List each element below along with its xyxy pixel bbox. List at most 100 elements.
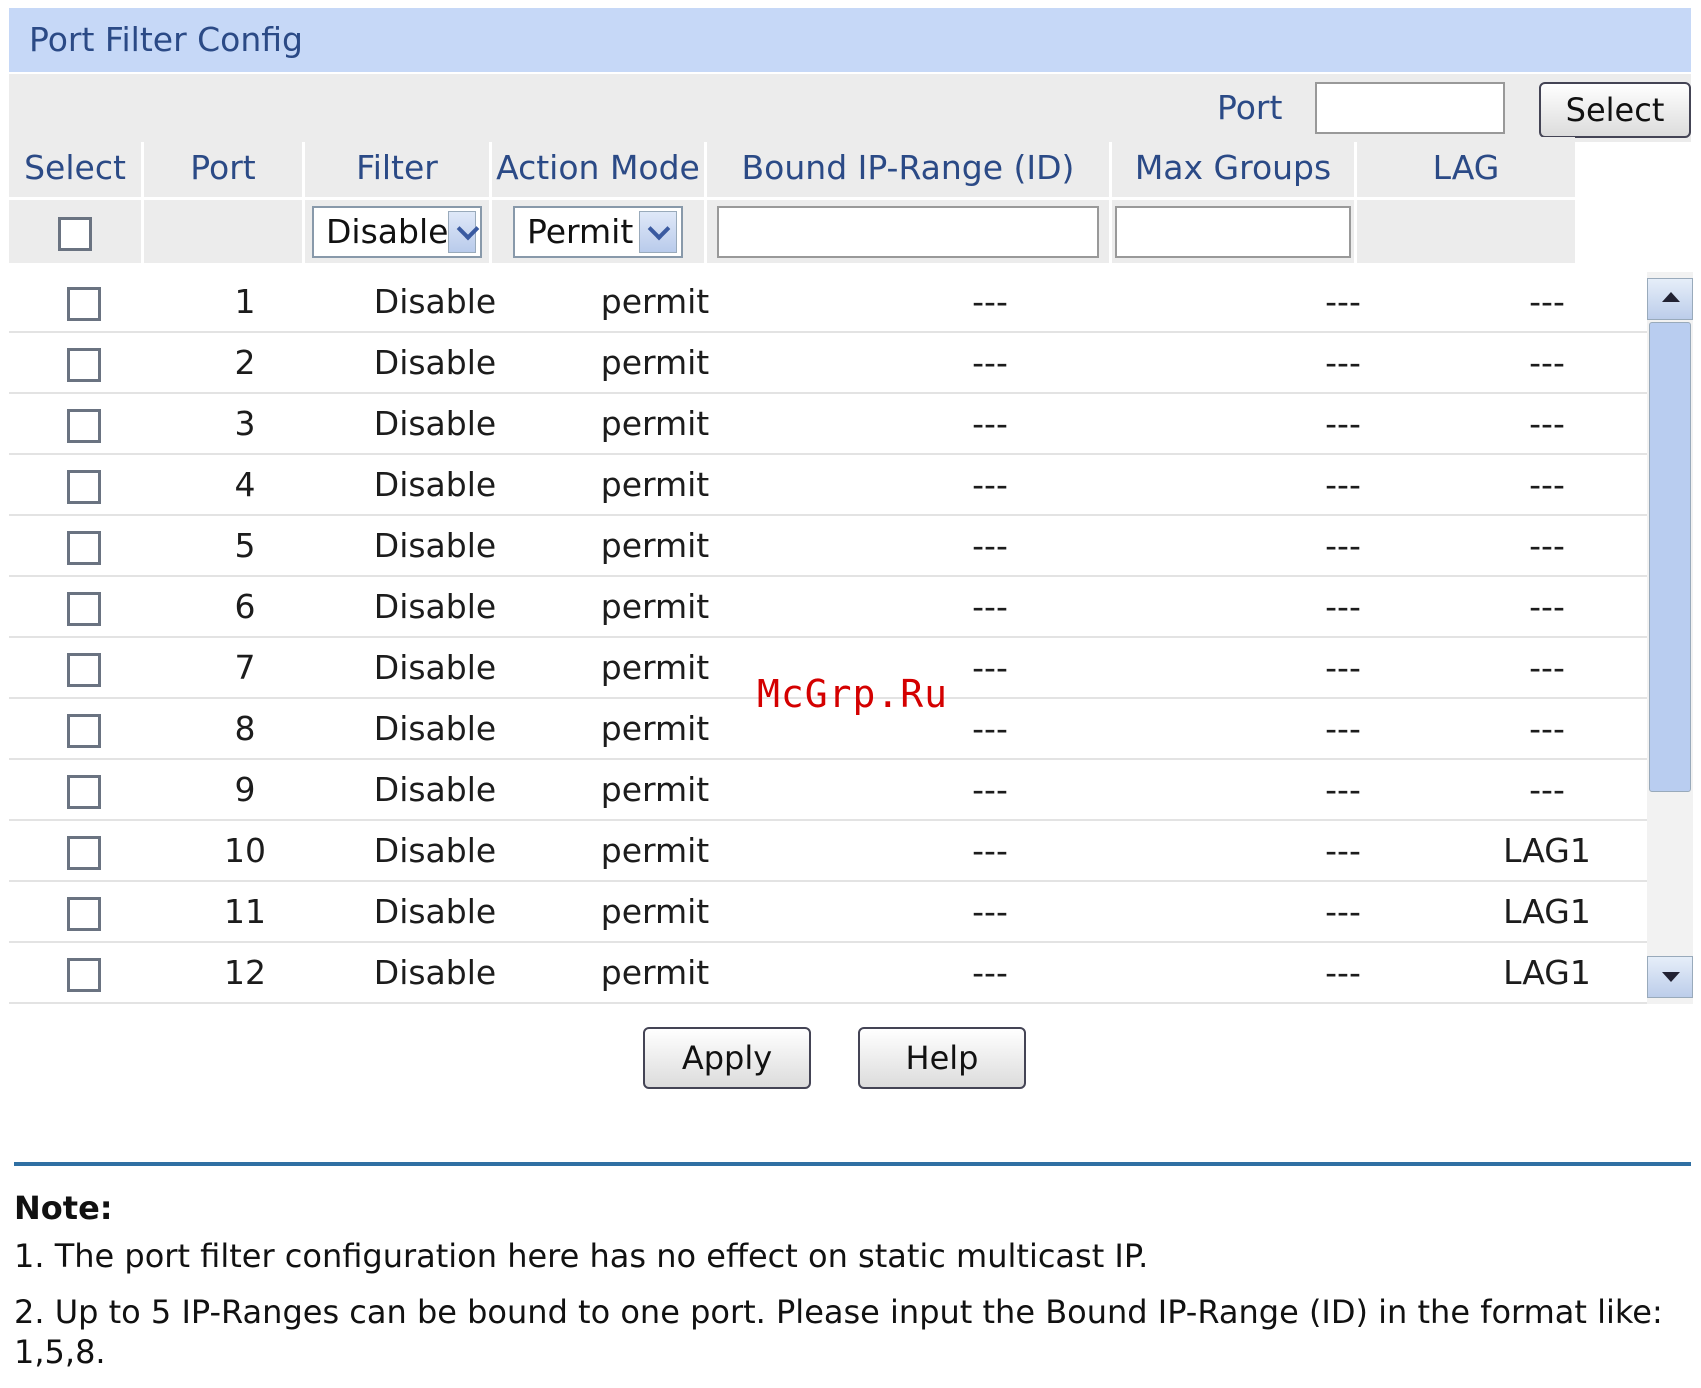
chevron-down-icon[interactable] xyxy=(448,210,476,253)
row-filter: Disable xyxy=(373,770,497,809)
row-bound-ip-range: --- xyxy=(972,953,1008,992)
row-select-checkbox[interactable] xyxy=(67,774,101,809)
select-all-cell xyxy=(9,200,141,263)
table-row: 9 Disable permit --- --- --- xyxy=(9,760,1691,821)
row-port: 3 xyxy=(234,404,256,443)
row-select-checkbox[interactable] xyxy=(67,286,101,321)
row-action-mode: permit xyxy=(600,831,710,870)
row-select-cell xyxy=(9,709,159,748)
row-max-groups: --- xyxy=(1325,953,1361,992)
bound-control-cell xyxy=(707,200,1109,263)
row-lag: --- xyxy=(1529,709,1565,748)
row-filter: Disable xyxy=(373,587,497,626)
row-action-mode: permit xyxy=(600,709,710,748)
col-filter: Filter xyxy=(305,137,489,197)
table-row: 11 Disable permit --- --- LAG1 xyxy=(9,882,1691,943)
note-section: Note: 1. The port filter configuration h… xyxy=(14,1186,1684,1388)
row-bound-ip-range: --- xyxy=(972,282,1008,321)
lag-control-cell xyxy=(1357,200,1575,263)
action-mode-dropdown[interactable]: Permit xyxy=(513,205,683,258)
filter-dropdown[interactable]: Disable xyxy=(312,205,482,258)
row-bound-ip-range: --- xyxy=(972,587,1008,626)
note-title: Note: xyxy=(14,1189,113,1227)
action-mode-dropdown-value: Permit xyxy=(527,212,634,251)
row-filter: Disable xyxy=(373,526,497,565)
row-filter: Disable xyxy=(373,343,497,382)
row-action-mode: permit xyxy=(600,282,710,321)
row-max-groups: --- xyxy=(1325,343,1361,382)
row-bound-ip-range: --- xyxy=(972,892,1008,931)
row-select-checkbox[interactable] xyxy=(67,652,101,687)
row-select-checkbox[interactable] xyxy=(67,896,101,931)
filter-control-cell: Disable xyxy=(305,200,489,263)
col-port: Port xyxy=(144,137,302,197)
row-max-groups: --- xyxy=(1325,587,1361,626)
row-lag: --- xyxy=(1529,770,1565,809)
row-select-cell xyxy=(9,465,159,504)
port-rows: 1 Disable permit --- --- --- 2 Disable permit ---… xyxy=(9,272,1691,1004)
port-search-input[interactable] xyxy=(1315,82,1505,134)
select-all-checkbox[interactable] xyxy=(58,216,92,251)
port-filter-config-panel: Port Filter Config Port Select xyxy=(9,8,1691,142)
table-row: 1 Disable permit --- --- --- xyxy=(9,272,1691,333)
row-max-groups: --- xyxy=(1325,404,1361,443)
row-bound-ip-range: --- xyxy=(972,343,1008,382)
row-action-mode: permit xyxy=(600,404,710,443)
rows-scrollbar[interactable] xyxy=(1647,272,1693,1004)
port-label: Port xyxy=(1217,88,1283,127)
row-select-checkbox[interactable] xyxy=(67,469,101,504)
table-row: 4 Disable permit --- --- --- xyxy=(9,455,1691,516)
row-lag: LAG1 xyxy=(1503,892,1591,931)
apply-button[interactable]: Apply xyxy=(643,1027,811,1089)
watermark: McGrp.Ru xyxy=(757,672,949,716)
row-select-checkbox[interactable] xyxy=(67,530,101,565)
row-bound-ip-range: --- xyxy=(972,465,1008,504)
row-max-groups: --- xyxy=(1325,892,1361,931)
bound-ip-range-input[interactable] xyxy=(717,205,1099,258)
row-select-checkbox[interactable] xyxy=(67,957,101,992)
config-table-header: Select Port Filter Action Mode Bound IP-… xyxy=(6,134,1578,266)
row-port: 11 xyxy=(224,892,266,931)
row-select-checkbox[interactable] xyxy=(67,591,101,626)
col-lag: LAG xyxy=(1357,137,1575,197)
table-row: 6 Disable permit --- --- --- xyxy=(9,577,1691,638)
row-select-cell xyxy=(9,770,159,809)
row-action-mode: permit xyxy=(600,526,710,565)
note-line-2: 2. Up to 5 IP-Ranges can be bound to one… xyxy=(14,1293,1663,1371)
row-bound-ip-range: --- xyxy=(972,526,1008,565)
table-row: 2 Disable permit --- --- --- xyxy=(9,333,1691,394)
port-control-cell xyxy=(144,200,302,263)
row-select-checkbox[interactable] xyxy=(67,835,101,870)
action-control-cell: Permit xyxy=(492,200,704,263)
note-line-1: 1. The port filter configuration here ha… xyxy=(14,1237,1149,1275)
table-row: 3 Disable permit --- --- --- xyxy=(9,394,1691,455)
row-lag: --- xyxy=(1529,404,1565,443)
row-select-checkbox[interactable] xyxy=(67,713,101,748)
help-button[interactable]: Help xyxy=(858,1027,1026,1089)
select-button[interactable]: Select xyxy=(1539,82,1691,138)
row-lag: --- xyxy=(1529,648,1565,687)
row-action-mode: permit xyxy=(600,343,710,382)
row-filter: Disable xyxy=(373,892,497,931)
row-select-checkbox[interactable] xyxy=(67,347,101,382)
max-groups-input[interactable] xyxy=(1115,205,1351,258)
row-select-cell xyxy=(9,343,159,382)
col-select: Select xyxy=(9,137,141,197)
row-select-checkbox[interactable] xyxy=(67,408,101,443)
row-lag: --- xyxy=(1529,465,1565,504)
chevron-down-icon[interactable] xyxy=(639,210,677,253)
row-max-groups: --- xyxy=(1325,770,1361,809)
row-port: 9 xyxy=(234,770,256,809)
table-row: 10 Disable permit --- --- LAG1 xyxy=(9,821,1691,882)
table-row: 12 Disable permit --- --- LAG1 xyxy=(9,943,1691,1004)
row-select-cell xyxy=(9,404,159,443)
row-port: 2 xyxy=(234,343,256,382)
row-action-mode: permit xyxy=(600,953,710,992)
row-filter: Disable xyxy=(373,282,497,321)
row-select-cell xyxy=(9,648,159,687)
scroll-thumb[interactable] xyxy=(1649,322,1691,792)
scroll-up-icon[interactable] xyxy=(1647,278,1693,320)
row-port: 10 xyxy=(224,831,266,870)
scroll-down-icon[interactable] xyxy=(1647,956,1693,998)
row-action-mode: permit xyxy=(600,892,710,931)
